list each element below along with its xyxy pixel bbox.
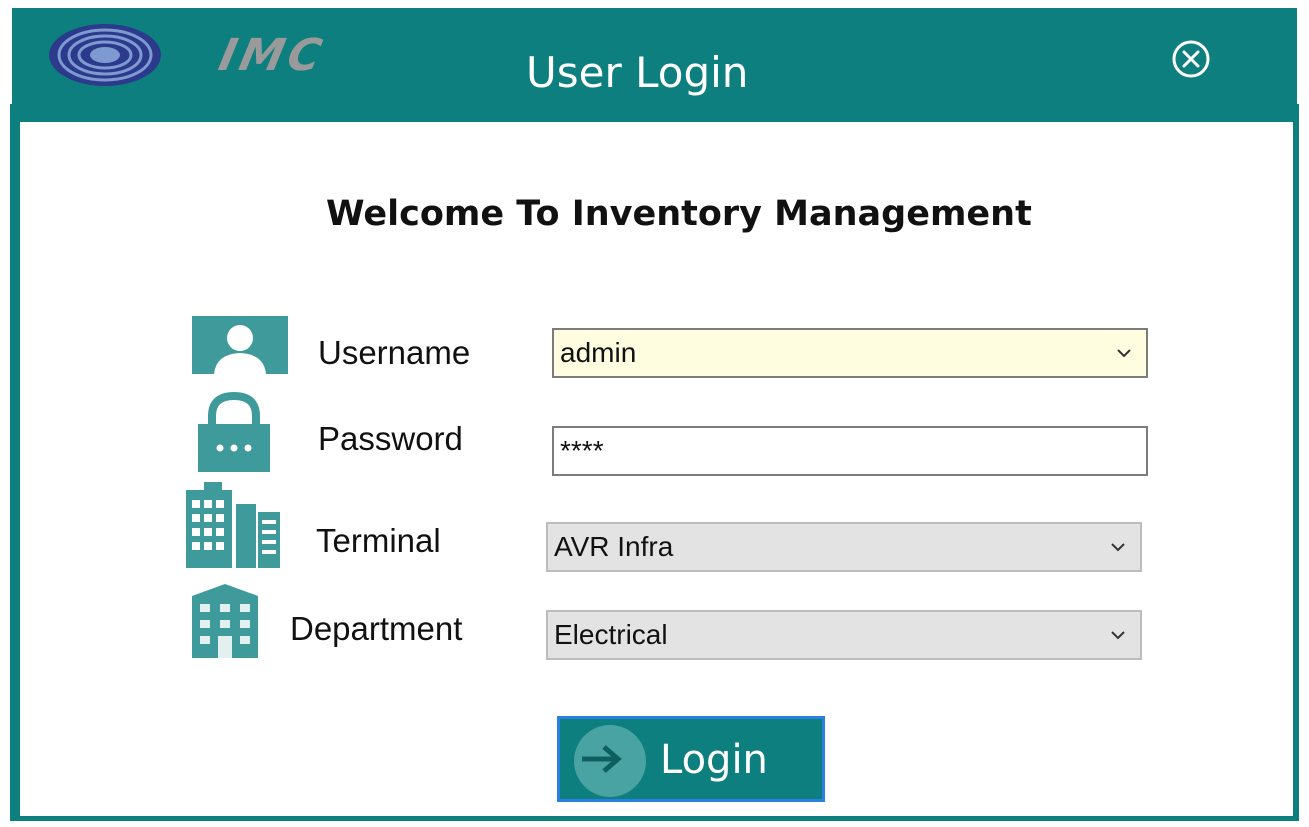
- password-value: ****: [560, 435, 604, 466]
- terminal-value: AVR Infra: [554, 531, 674, 562]
- window-title: User Login: [526, 48, 749, 97]
- logo-icon: [49, 24, 161, 86]
- password-label: Password: [318, 420, 463, 457]
- department-select[interactable]: Electrical: [546, 610, 1142, 660]
- welcome-heading: Welcome To Inventory Management: [326, 194, 1032, 234]
- department-value: Electrical: [554, 619, 668, 650]
- username-combobox[interactable]: admin: [552, 328, 1148, 378]
- username-value: admin: [560, 337, 637, 368]
- department-label: Department: [290, 610, 463, 647]
- close-icon[interactable]: [1170, 38, 1212, 80]
- brand-logo-text: IMC: [214, 30, 330, 81]
- login-form-panel: Welcome To Inventory Management Username…: [20, 122, 1293, 816]
- chevron-down-icon[interactable]: [1104, 533, 1132, 561]
- login-label: Login: [660, 737, 768, 783]
- password-field[interactable]: ****: [552, 426, 1148, 476]
- user-icon: [192, 316, 288, 374]
- buildings-icon: [186, 482, 280, 568]
- chevron-down-icon[interactable]: [1110, 339, 1138, 367]
- terminal-label: Terminal: [316, 522, 441, 559]
- title-bar: IMC User Login: [10, 6, 1299, 104]
- chevron-down-icon[interactable]: [1104, 621, 1132, 649]
- username-label: Username: [318, 334, 471, 371]
- login-window: IMC User Login Welcome To Inventory Mana…: [10, 6, 1299, 821]
- arrow-right-icon: [582, 745, 622, 773]
- padlock-icon: [198, 392, 270, 472]
- office-building-icon: [192, 584, 258, 658]
- terminal-select[interactable]: AVR Infra: [546, 522, 1142, 572]
- login-button[interactable]: Login: [557, 716, 825, 802]
